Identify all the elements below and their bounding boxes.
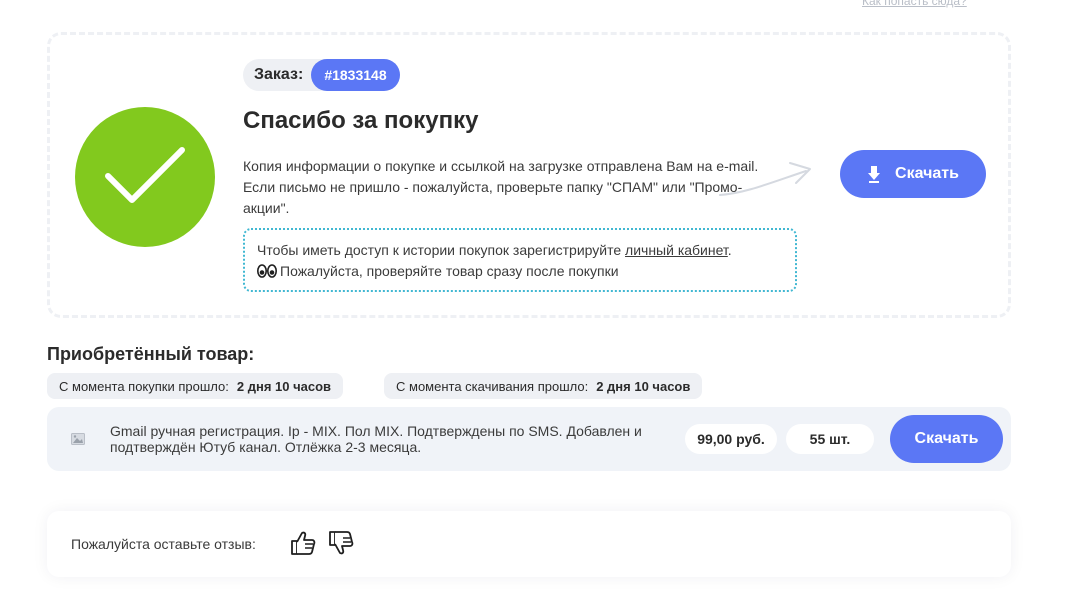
order-label: Заказ: — [254, 66, 304, 83]
help-link[interactable]: Как попасть сюда? — [862, 0, 967, 8]
thumbs-up-icon[interactable] — [289, 529, 317, 557]
download-button[interactable]: Скачать — [840, 150, 986, 198]
download-icon — [868, 166, 881, 183]
note-line-1: Чтобы иметь доступ к истории покупок зар… — [257, 242, 732, 258]
eyes-icon — [257, 264, 277, 278]
since-download-badge: С момента скачивания прошло: 2 дня 10 ча… — [384, 373, 703, 399]
info-line-3: акции". — [243, 200, 290, 216]
review-card: Пожалуйста оставьте отзыв: — [47, 511, 1011, 577]
order-number: #1833148 — [311, 59, 400, 91]
registration-note: Чтобы иметь доступ к истории покупок зар… — [243, 228, 797, 292]
product-quantity: 55 шт. — [786, 424, 874, 454]
check-icon — [105, 147, 185, 203]
personal-account-link[interactable]: личный кабинет — [625, 242, 728, 258]
order-card: Заказ: #1833148 Спасибо за покупку Копия… — [47, 32, 1011, 318]
product-row: Gmail ручная регистрация. Ip - MIX. Пол … — [47, 407, 1011, 471]
page-title: Спасибо за покупку — [243, 107, 479, 134]
review-label: Пожалуйста оставьте отзыв: — [71, 536, 256, 552]
arrow-decoration-icon — [719, 162, 811, 196]
order-badge: Заказ: #1833148 — [243, 59, 400, 91]
note-line-2: Пожалуйста, проверяйте товар сразу после… — [257, 261, 783, 282]
success-circle — [75, 107, 215, 247]
download-button-label: Скачать — [895, 165, 959, 182]
product-download-button[interactable]: Скачать — [890, 415, 1003, 463]
since-purchase-badge: С момента покупки прошло: 2 дня 10 часов — [47, 373, 344, 399]
purchased-section-title: Приобретённый товар: — [47, 344, 255, 364]
product-title: Gmail ручная регистрация. Ip - MIX. Пол … — [110, 423, 642, 455]
thumbs-down-icon[interactable] — [327, 529, 355, 557]
image-placeholder-icon — [71, 433, 85, 445]
product-price: 99,00 руб. — [685, 424, 777, 454]
